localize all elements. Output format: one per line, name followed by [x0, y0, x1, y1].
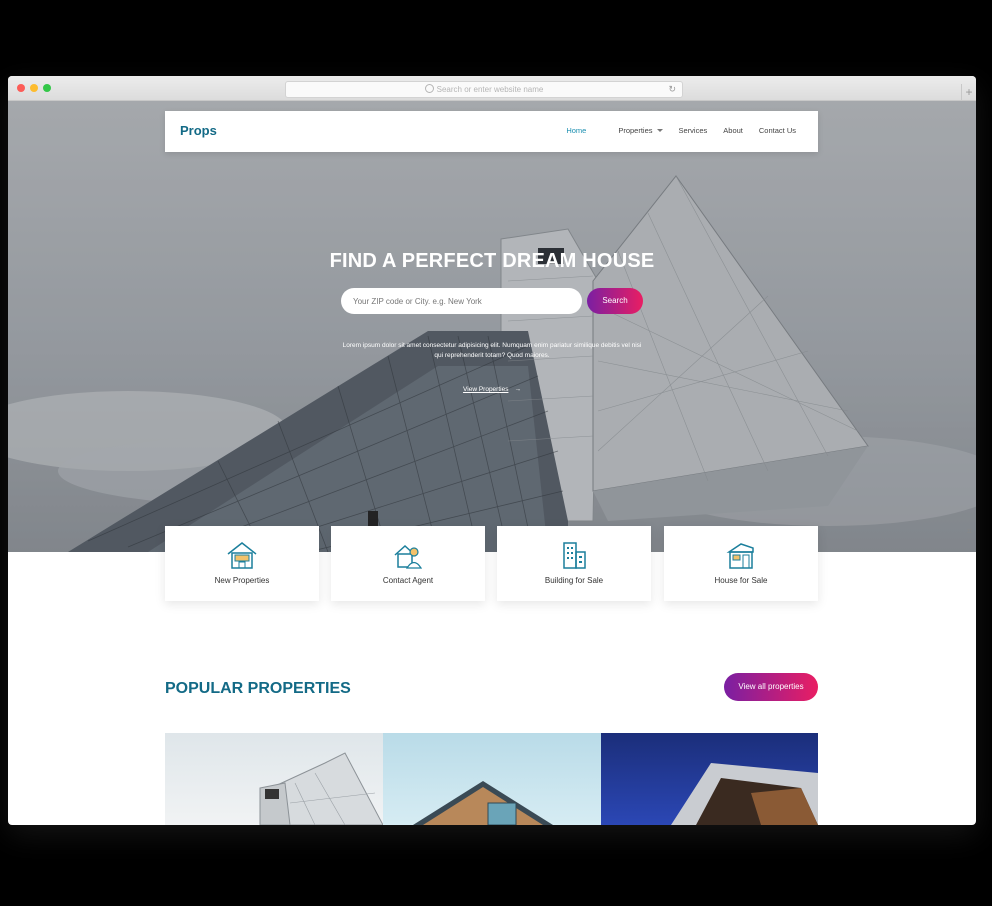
property-image — [671, 763, 818, 825]
browser-toolbar: Search or enter website name ↻ + — [8, 76, 976, 101]
view-all-properties-button[interactable]: View all properties — [724, 673, 818, 701]
top-navbar: Props Home Properties Services About Con… — [165, 111, 818, 152]
feature-card-new-properties[interactable]: New Properties — [165, 526, 319, 601]
hero-title: FIND A PERFECT DREAM HOUSE — [329, 250, 655, 272]
feature-label: Building for Sale — [544, 576, 604, 585]
reload-icon[interactable]: ↻ — [668, 82, 676, 97]
main-nav: Home Properties Services About Contact U… — [550, 126, 796, 135]
nav-item-home[interactable]: Home — [566, 126, 586, 135]
property-cards — [165, 733, 818, 825]
search-icon — [424, 84, 434, 93]
nav-item-services[interactable]: Services — [679, 126, 708, 135]
address-placeholder: Search or enter website name — [436, 85, 544, 94]
brand-logo[interactable]: Props — [180, 123, 217, 138]
property-card[interactable] — [165, 733, 383, 825]
property-image — [413, 781, 553, 825]
hero-section: Props Home Properties Services About Con… — [8, 101, 976, 552]
nav-item-properties-label: Properties — [618, 126, 653, 135]
view-properties-label: View Properties — [463, 386, 509, 393]
feature-label: New Properties — [214, 576, 270, 585]
nav-item-properties[interactable]: Properties — [602, 126, 663, 135]
property-image — [259, 752, 383, 825]
location-search-input[interactable] — [341, 288, 582, 314]
arrow-right-icon: → — [514, 386, 521, 393]
view-properties-link[interactable]: View Properties → — [8, 386, 976, 393]
close-window-icon[interactable] — [17, 84, 25, 92]
resize-icon: ⌗ — [966, 526, 972, 536]
nav-item-contact[interactable]: Contact Us — [759, 126, 796, 135]
building-icon — [563, 542, 586, 569]
section-title: POPULAR PROPERTIES — [165, 680, 351, 697]
feature-card-building-sale[interactable]: Building for Sale — [497, 526, 651, 601]
house-icon — [726, 543, 754, 569]
feature-card-contact-agent[interactable]: Contact Agent — [331, 526, 485, 601]
property-card[interactable] — [601, 733, 818, 825]
search-button[interactable]: Search — [587, 288, 643, 314]
chevron-down-icon — [656, 129, 663, 132]
feature-cards: New Properties Contact Agent Building fo… — [165, 526, 818, 602]
browser-window: Search or enter website name ↻ + Props H… — [8, 76, 976, 825]
feature-label: House for Sale — [714, 576, 768, 585]
address-bar[interactable]: Search or enter website name ↻ — [285, 81, 683, 98]
hero-description: Lorem ipsum dolor sit amet consectetur a… — [342, 342, 642, 359]
maximize-window-icon[interactable] — [43, 84, 51, 92]
nav-item-about[interactable]: About — [723, 126, 743, 135]
minimize-window-icon[interactable] — [30, 84, 38, 92]
new-tab-icon[interactable]: + — [961, 84, 976, 100]
feature-label: Contact Agent — [382, 576, 434, 585]
feature-card-house-sale[interactable]: House for Sale — [664, 526, 818, 601]
agent-icon — [394, 544, 423, 569]
new-house-icon — [227, 542, 257, 569]
property-card[interactable] — [383, 733, 601, 825]
